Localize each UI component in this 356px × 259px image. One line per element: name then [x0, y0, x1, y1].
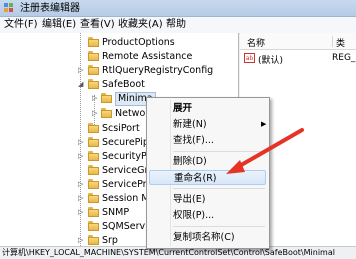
- folder-icon: [88, 65, 99, 75]
- expand-arrow-icon[interactable]: ▷: [78, 209, 84, 216]
- folder-icon: [101, 108, 112, 118]
- values-header: 名称 类: [240, 33, 356, 50]
- folder-icon: [88, 37, 99, 47]
- expand-arrow-icon[interactable]: ▷: [92, 95, 98, 102]
- string-value-icon: ab: [244, 53, 255, 63]
- tree-node-label: ScsiPort: [102, 123, 140, 134]
- tree-node-label: ProductOptions: [102, 37, 175, 48]
- menu-item-copy-key-name[interactable]: 复制项名称(C): [149, 230, 266, 245]
- folder-icon: [88, 235, 99, 245]
- submenu-arrow-icon: ▶: [261, 120, 267, 128]
- menu-item-permissions[interactable]: 权限(P)...: [149, 208, 266, 223]
- folder-icon: [88, 51, 99, 61]
- expand-arrow-icon[interactable]: ▷: [92, 110, 98, 117]
- title-bar: 注册表编辑器: [0, 0, 356, 17]
- folder-icon: [88, 165, 99, 175]
- folder-icon: [88, 137, 99, 147]
- column-name-header[interactable]: 名称: [247, 36, 265, 49]
- folder-icon: [88, 151, 99, 161]
- folder-icon: [101, 93, 112, 103]
- menu-file[interactable]: 文件(F): [4, 19, 38, 31]
- menu-separator: [173, 188, 265, 189]
- tree-node-label: SafeBoot: [102, 79, 145, 90]
- tree-node-label: Srp: [102, 235, 118, 246]
- menu-separator: [173, 226, 265, 227]
- context-menu: 展开 新建(N) ▶ 查找(F)... 删除(D) 重命名(R) 导出(E) 权…: [146, 97, 270, 249]
- tree-node-label: SNMP: [102, 207, 130, 218]
- menu-item-label: 查找(F)...: [173, 135, 214, 146]
- expand-arrow-icon[interactable]: ▷: [78, 195, 84, 202]
- expand-arrow-icon[interactable]: ▷: [78, 153, 84, 160]
- menu-item-label: 导出(E): [173, 194, 206, 205]
- expand-arrow-icon[interactable]: ▷: [78, 237, 84, 244]
- menu-item-label: 复制项名称(C): [173, 232, 235, 243]
- menu-item-expand[interactable]: 展开: [149, 101, 266, 116]
- menu-item-label: 重命名(R): [174, 173, 217, 184]
- menu-item-new[interactable]: 新建(N) ▶: [149, 117, 266, 132]
- menu-item-export[interactable]: 导出(E): [149, 192, 266, 207]
- folder-icon: [88, 123, 99, 133]
- value-row[interactable]: ab (默认) REG_: [244, 53, 356, 66]
- folder-icon: [88, 207, 99, 217]
- column-type-header[interactable]: 类: [332, 36, 345, 49]
- folder-icon: [88, 221, 99, 231]
- menu-item-find[interactable]: 查找(F)...: [149, 133, 266, 148]
- menu-favorites[interactable]: 收藏夹(A): [118, 19, 163, 31]
- tree-node-label: Remote Assistance: [102, 51, 193, 62]
- menu-item-delete[interactable]: 删除(D): [149, 154, 266, 169]
- value-type: REG_: [332, 53, 356, 63]
- menu-item-label: 展开: [173, 103, 193, 114]
- tree-node-label: Networ: [115, 108, 150, 119]
- menu-edit[interactable]: 编辑(E): [42, 19, 76, 31]
- value-name: (默认): [258, 56, 284, 66]
- menu-item-rename[interactable]: 重命名(R): [149, 170, 266, 185]
- expand-arrow-icon[interactable]: ▷: [78, 181, 84, 188]
- registry-app-icon: [4, 3, 13, 12]
- collapse-arrow-icon[interactable]: ◢: [78, 81, 84, 88]
- menu-item-label: 删除(D): [173, 156, 207, 167]
- menu-view[interactable]: 查看(V): [80, 19, 115, 31]
- tree-node-label: RtlQueryRegistryConfig: [102, 65, 214, 76]
- folder-icon: [88, 179, 99, 189]
- menu-separator: [173, 151, 265, 152]
- menu-item-label: 权限(P)...: [173, 210, 215, 221]
- menu-item-label: 新建(N): [173, 119, 207, 130]
- menu-help[interactable]: 帮助: [166, 19, 186, 31]
- expand-arrow-icon[interactable]: ▷: [78, 67, 84, 74]
- window-title: 注册表编辑器: [20, 3, 80, 14]
- menu-bar: 文件(F) 编辑(E) 查看(V) 收藏夹(A) 帮助: [0, 17, 356, 34]
- folder-open-icon: [88, 79, 99, 89]
- expand-arrow-icon[interactable]: ▷: [78, 139, 84, 146]
- folder-icon: [88, 193, 99, 203]
